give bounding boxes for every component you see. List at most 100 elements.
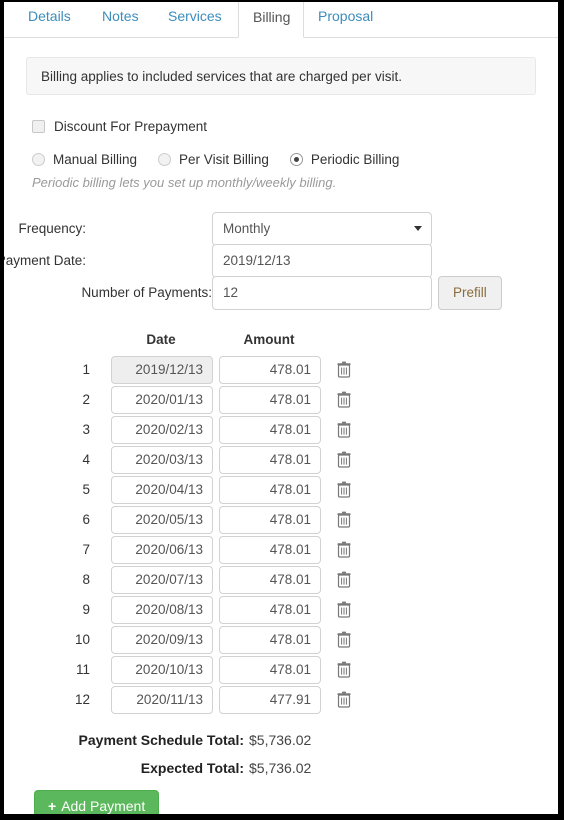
- radio-label: Manual Billing: [53, 152, 138, 167]
- payment-amount-input[interactable]: 478.01: [219, 566, 321, 594]
- trash-icon[interactable]: [337, 571, 351, 588]
- trash-icon[interactable]: [337, 631, 351, 648]
- plus-icon: +: [48, 798, 57, 814]
- billing-mode-radio-group: Manual Billing Per Visit Billing Periodic …: [32, 152, 420, 167]
- number-of-payments-input[interactable]: 12: [212, 276, 432, 310]
- payment-date-input[interactable]: 2020/11/13: [111, 686, 213, 714]
- frequency-select[interactable]: Monthly: [212, 212, 432, 246]
- trash-icon[interactable]: [337, 661, 351, 678]
- table-row: 8 2020/07/13 478.01: [4, 566, 558, 596]
- trash-icon[interactable]: [337, 511, 351, 528]
- payment-date-input[interactable]: 2019/12/13: [111, 356, 213, 384]
- payment-amount-input[interactable]: 478.01: [219, 386, 321, 414]
- payment-amount-input[interactable]: 478.01: [219, 506, 321, 534]
- payment-amount-input[interactable]: 478.01: [219, 596, 321, 624]
- radio-manual-billing[interactable]: Manual Billing: [32, 152, 137, 167]
- radio-label: Per Visit Billing: [179, 152, 269, 167]
- first-payment-date-input[interactable]: 2019/12/13: [212, 244, 432, 278]
- tab-details[interactable]: Details: [14, 2, 88, 38]
- payment-schedule-table: Date Amount 1 2019/12/13 478.01 2 2020/01/13…: [4, 332, 558, 716]
- number-of-payments-label: Number of Payments:: [81, 285, 212, 300]
- table-row: 2 2020/01/13 478.01: [4, 386, 558, 416]
- payment-date-input[interactable]: 2020/02/13: [111, 416, 213, 444]
- payment-date-input[interactable]: 2020/04/13: [111, 476, 213, 504]
- trash-icon[interactable]: [337, 361, 351, 378]
- payment-date-input[interactable]: 2020/10/13: [111, 656, 213, 684]
- row-index: 12: [74, 692, 90, 707]
- chevron-down-icon: [414, 226, 422, 231]
- table-row: 11 2020/10/13 478.01: [4, 656, 558, 686]
- prefill-button[interactable]: Prefill: [438, 276, 502, 310]
- payment-date-input[interactable]: 2020/01/13: [111, 386, 213, 414]
- frequency-value: Monthly: [223, 221, 271, 236]
- first-payment-date-row: First Payment Date: 2019/12/13: [4, 244, 432, 278]
- frequency-row: Frequency: Monthly: [4, 212, 432, 246]
- frequency-label: Frequency:: [18, 221, 86, 236]
- table-row: 3 2020/02/13 478.01: [4, 416, 558, 446]
- payment-amount-input[interactable]: 478.01: [219, 656, 321, 684]
- table-row: 6 2020/05/13 478.01: [4, 506, 558, 536]
- discount-checkbox[interactable]: [32, 120, 45, 133]
- tab-notes[interactable]: Notes: [88, 2, 154, 38]
- payment-date-input[interactable]: 2020/07/13: [111, 566, 213, 594]
- tab-label: Details: [28, 8, 71, 24]
- total-label: Expected Total:: [140, 760, 244, 776]
- table-row: 12 2020/11/13 477.91: [4, 686, 558, 716]
- trash-icon[interactable]: [337, 541, 351, 558]
- tab-label: Services: [168, 8, 222, 24]
- table-row: 1 2019/12/13 478.01: [4, 356, 558, 386]
- radio-indicator[interactable]: [158, 153, 172, 166]
- radio-indicator[interactable]: [289, 153, 303, 166]
- radio-indicator[interactable]: [32, 153, 45, 166]
- discount-for-prepayment-checkbox-row[interactable]: Discount For Prepayment: [32, 119, 207, 134]
- payment-amount-input[interactable]: 478.01: [219, 446, 321, 474]
- row-index: 9: [82, 602, 90, 617]
- billing-panel: Details Notes Services Billing Proposal Bill…: [4, 2, 558, 814]
- total-row: Expected Total: $5,736.02: [4, 760, 504, 784]
- payment-amount-input[interactable]: 478.01: [219, 536, 321, 564]
- tab-proposal[interactable]: Proposal: [304, 2, 386, 38]
- table-row: 10 2020/09/13 478.01: [4, 626, 558, 656]
- payment-schedule-header: Date Amount: [4, 332, 558, 356]
- trash-icon[interactable]: [337, 421, 351, 438]
- payment-date-input[interactable]: 2020/08/13: [111, 596, 213, 624]
- row-index: 4: [82, 452, 90, 467]
- radio-label: Periodic Billing: [310, 152, 400, 167]
- table-row: 9 2020/08/13 478.01: [4, 596, 558, 626]
- radio-per-visit-billing[interactable]: Per Visit Billing: [158, 152, 269, 167]
- payment-amount-input[interactable]: 478.01: [219, 356, 321, 384]
- payment-date-input[interactable]: 2020/09/13: [111, 626, 213, 654]
- tab-label: Billing: [253, 9, 291, 25]
- payment-date-input[interactable]: 2020/03/13: [111, 446, 213, 474]
- table-row: 5 2020/04/13 478.01: [4, 476, 558, 506]
- row-index: 3: [82, 422, 90, 437]
- total-label: Payment Schedule Total:: [78, 732, 244, 748]
- tab-services[interactable]: Services: [154, 2, 238, 38]
- payment-amount-input[interactable]: 478.01: [219, 476, 321, 504]
- payment-amount-input[interactable]: 478.01: [219, 626, 321, 654]
- add-payment-button[interactable]: + Add Payment: [34, 790, 160, 814]
- row-index: 1: [82, 362, 90, 377]
- row-index: 8: [82, 572, 90, 587]
- row-index: 5: [82, 482, 90, 497]
- payment-date-input[interactable]: 2020/06/13: [111, 536, 213, 564]
- number-of-payments-row: Number of Payments: 12 Prefill: [4, 276, 514, 310]
- row-index: 7: [82, 542, 90, 557]
- row-index: 2: [82, 392, 90, 407]
- billing-mode-hint: Periodic billing lets you set up monthly…: [32, 175, 337, 190]
- discount-checkbox-label: Discount For Prepayment: [54, 119, 208, 134]
- payment-date-input[interactable]: 2020/05/13: [111, 506, 213, 534]
- radio-periodic-billing[interactable]: Periodic Billing: [289, 152, 400, 167]
- payment-amount-input[interactable]: 478.01: [219, 416, 321, 444]
- trash-icon[interactable]: [337, 481, 351, 498]
- trash-icon[interactable]: [337, 691, 351, 708]
- trash-icon[interactable]: [337, 451, 351, 468]
- column-header-amount: Amount: [243, 332, 295, 347]
- tab-label: Notes: [102, 8, 139, 24]
- tab-billing[interactable]: Billing: [238, 2, 304, 38]
- trash-icon[interactable]: [337, 391, 351, 408]
- trash-icon[interactable]: [337, 601, 351, 618]
- payment-amount-input[interactable]: 477.91: [219, 686, 321, 714]
- row-index: 6: [82, 512, 90, 527]
- tab-label: Proposal: [318, 8, 374, 24]
